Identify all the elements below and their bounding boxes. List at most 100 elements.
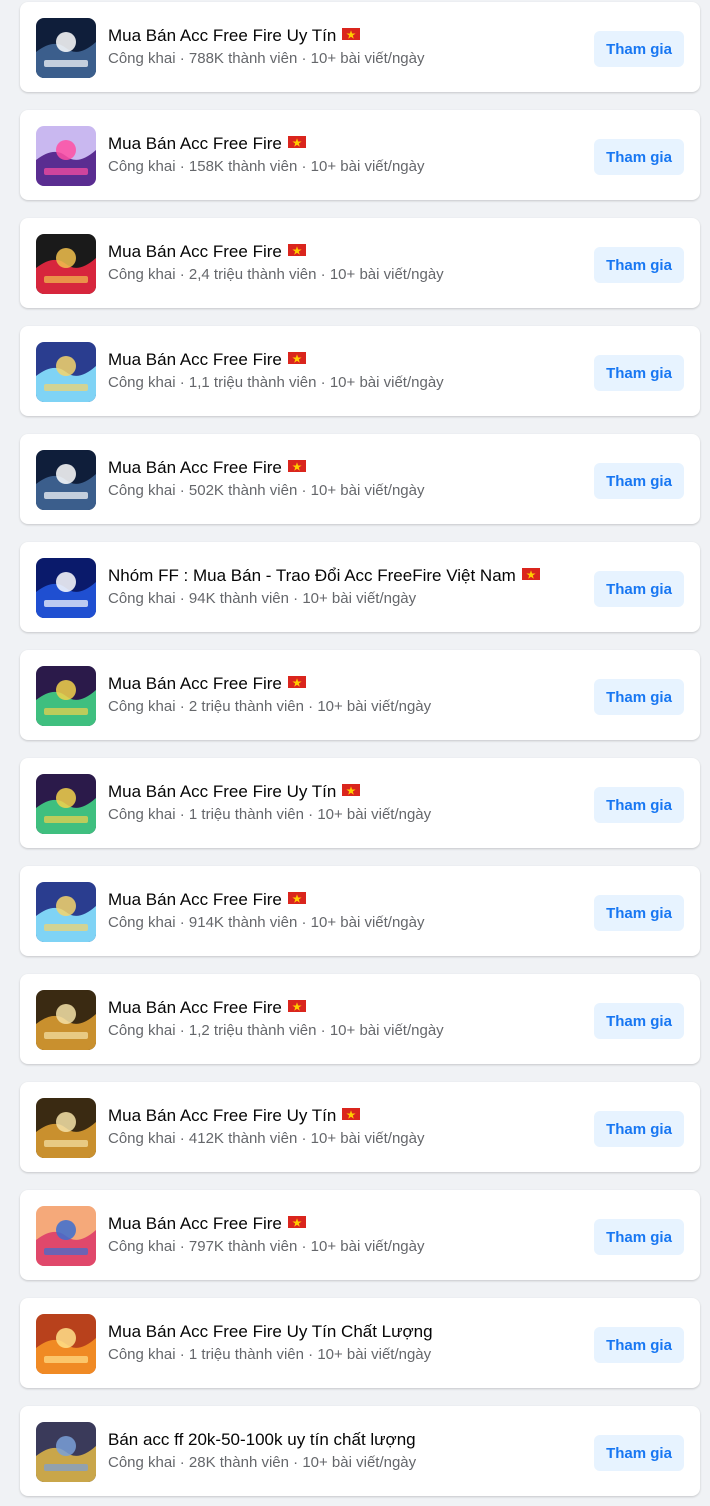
group-name[interactable]: Mua Bán Acc Free Fire [108,674,306,694]
group-name-text[interactable]: Mua Bán Acc Free Fire Uy Tín Chất Lượng [108,1322,433,1341]
group-cover-image[interactable] [36,342,96,402]
vietnam-flag-icon [287,1000,306,1012]
separator-dot: · [297,1238,311,1255]
group-privacy: Công khai [108,806,176,823]
join-group-button[interactable]: Tham gia [594,1219,684,1255]
group-meta: Công khai · 412K thành viên · 10+ bài vi… [108,1129,425,1149]
join-group-button[interactable]: Tham gia [594,31,684,67]
vietnam-flag-icon [287,460,306,472]
join-group-button[interactable]: Tham gia [594,1327,684,1363]
join-group-button[interactable]: Tham gia [594,463,684,499]
group-privacy: Công khai [108,1022,176,1039]
join-group-button[interactable]: Tham gia [594,571,684,607]
separator-dot: · [297,482,311,499]
group-cover-image[interactable] [36,1314,96,1374]
group-cover-image[interactable] [36,774,96,834]
group-cover-image[interactable] [36,234,96,294]
group-card[interactable]: Mua Bán Acc Free Fire Công khai · 1,1 tri… [20,326,700,416]
group-cover-image[interactable] [36,1422,96,1482]
vietnam-flag-icon [342,784,361,796]
group-post-frequency: 10+ bài viết/ngày [317,806,432,823]
group-card[interactable]: Mua Bán Acc Free Fire Uy Tín Công khai · … [20,2,700,92]
join-group-button[interactable]: Tham gia [594,895,684,931]
group-name-text[interactable]: Mua Bán Acc Free Fire [108,998,282,1017]
group-cover-image[interactable] [36,126,96,186]
group-name-text[interactable]: Bán acc ff 20k-50-100k uy tín chất lượng [108,1430,416,1449]
group-privacy: Công khai [108,374,176,391]
group-card[interactable]: Mua Bán Acc Free Fire Công khai · 2 triệu… [20,650,700,740]
group-cover-image[interactable] [36,1098,96,1158]
group-name[interactable]: Mua Bán Acc Free Fire [108,998,306,1018]
group-name[interactable]: Mua Bán Acc Free Fire [108,1214,306,1234]
group-name-text[interactable]: Mua Bán Acc Free Fire [108,890,282,909]
group-name[interactable]: Mua Bán Acc Free Fire Uy Tín [108,26,361,46]
group-cover-image[interactable] [36,558,96,618]
group-meta: Công khai · 1,1 triệu thành viên · 10+ b… [108,373,444,393]
group-meta: Công khai · 797K thành viên · 10+ bài vi… [108,1237,425,1257]
group-cover-image[interactable] [36,450,96,510]
separator-dot: · [175,590,189,607]
group-card[interactable]: Mua Bán Acc Free Fire Công khai · 797K th… [20,1190,700,1280]
group-name[interactable]: Mua Bán Acc Free Fire [108,242,306,262]
group-privacy: Công khai [108,1346,176,1363]
vietnam-flag-icon [287,1216,306,1228]
group-name-text[interactable]: Mua Bán Acc Free Fire Uy Tín [108,782,336,801]
separator-dot: · [175,1346,189,1363]
group-cover-image[interactable] [36,882,96,942]
separator-dot: · [297,50,311,67]
group-name-text[interactable]: Mua Bán Acc Free Fire [108,134,282,153]
group-cover-image[interactable] [36,990,96,1050]
join-group-button[interactable]: Tham gia [594,139,684,175]
group-name-text[interactable]: Mua Bán Acc Free Fire [108,242,282,261]
group-card[interactable]: Bán acc ff 20k-50-100k uy tín chất lượng… [20,1406,700,1496]
group-meta: Công khai · 28K thành viên · 10+ bài viế… [108,1453,416,1473]
join-group-button[interactable]: Tham gia [594,247,684,283]
separator-dot: · [175,806,189,823]
group-card[interactable]: Mua Bán Acc Free Fire Uy Tín Công khai · … [20,758,700,848]
group-name[interactable]: Mua Bán Acc Free Fire [108,134,306,154]
group-name-text[interactable]: Mua Bán Acc Free Fire [108,350,282,369]
group-name[interactable]: Bán acc ff 20k-50-100k uy tín chất lượng [108,1430,416,1450]
group-card[interactable]: Nhóm FF : Mua Bán - Trao Đổi Acc FreeFir… [20,542,700,632]
group-post-frequency: 10+ bài viết/ngày [310,50,425,67]
group-name[interactable]: Mua Bán Acc Free Fire [108,890,306,910]
join-group-button[interactable]: Tham gia [594,787,684,823]
group-card[interactable]: Mua Bán Acc Free Fire Uy Tín Chất Lượng C… [20,1298,700,1388]
vietnam-flag-icon [287,244,306,256]
group-meta: Công khai · 914K thành viên · 10+ bài vi… [108,913,425,933]
group-cover-image[interactable] [36,18,96,78]
group-meta: Công khai · 158K thành viên · 10+ bài vi… [108,157,425,177]
group-card[interactable]: Mua Bán Acc Free Fire Uy Tín Công khai · … [20,1082,700,1172]
group-name[interactable]: Mua Bán Acc Free Fire [108,458,306,478]
group-cover-image[interactable] [36,666,96,726]
group-name-text[interactable]: Mua Bán Acc Free Fire Uy Tín [108,1106,336,1125]
group-privacy: Công khai [108,698,176,715]
group-name-text[interactable]: Mua Bán Acc Free Fire [108,1214,282,1233]
group-card[interactable]: Mua Bán Acc Free Fire Công khai · 502K th… [20,434,700,524]
group-name[interactable]: Mua Bán Acc Free Fire Uy Tín [108,782,361,802]
group-name-text[interactable]: Mua Bán Acc Free Fire [108,458,282,477]
join-group-button[interactable]: Tham gia [594,355,684,391]
group-card[interactable]: Mua Bán Acc Free Fire Công khai · 2,4 tri… [20,218,700,308]
join-group-button[interactable]: Tham gia [594,1003,684,1039]
group-name[interactable]: Nhóm FF : Mua Bán - Trao Đổi Acc FreeFir… [108,566,540,586]
group-member-count: 502K thành viên [188,482,298,499]
join-group-button[interactable]: Tham gia [594,1435,684,1471]
group-card[interactable]: Mua Bán Acc Free Fire Công khai · 914K th… [20,866,700,956]
join-group-button[interactable]: Tham gia [594,1111,684,1147]
group-post-frequency: 10+ bài viết/ngày [302,1454,417,1471]
group-member-count: 2 triệu thành viên [188,698,304,715]
group-card[interactable]: Mua Bán Acc Free Fire Công khai · 1,2 tri… [20,974,700,1064]
group-name-text[interactable]: Mua Bán Acc Free Fire Uy Tín [108,26,336,45]
group-name[interactable]: Mua Bán Acc Free Fire Uy Tín Chất Lượng [108,1322,433,1342]
group-member-count: 158K thành viên [188,158,298,175]
separator-dot: · [288,1454,303,1471]
join-group-button[interactable]: Tham gia [594,679,684,715]
vietnam-flag-icon [287,676,306,688]
group-name-text[interactable]: Mua Bán Acc Free Fire [108,674,282,693]
group-name[interactable]: Mua Bán Acc Free Fire Uy Tín [108,1106,361,1126]
group-name-text[interactable]: Nhóm FF : Mua Bán - Trao Đổi Acc FreeFir… [108,566,516,585]
group-cover-image[interactable] [36,1206,96,1266]
group-card[interactable]: Mua Bán Acc Free Fire Công khai · 158K th… [20,110,700,200]
group-name[interactable]: Mua Bán Acc Free Fire [108,350,306,370]
